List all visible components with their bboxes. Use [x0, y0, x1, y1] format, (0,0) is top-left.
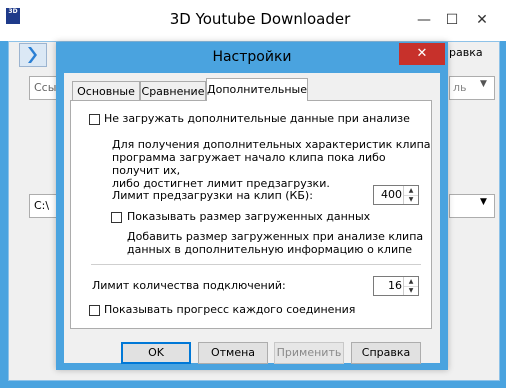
description-line: Добавить размер загруженных при анализе …: [127, 230, 424, 243]
main-titlebar: 3D 3D Youtube Downloader — ☐ ✕: [0, 0, 506, 41]
separator: [91, 264, 421, 265]
tab-advanced[interactable]: Дополнительные: [206, 78, 308, 101]
ok-button[interactable]: OK: [121, 342, 191, 364]
help-tab-partial[interactable]: равка: [449, 46, 483, 59]
extra-data-description: Для получения дополнительных характерист…: [112, 138, 431, 190]
show-connection-progress-label: Показывать прогресс каждого соединения: [104, 303, 356, 316]
app-logo-icon: 3D: [6, 8, 20, 24]
main-close-icon[interactable]: ✕: [470, 9, 494, 31]
minimize-icon[interactable]: —: [412, 9, 436, 31]
right-dropdown-text: ль: [453, 81, 467, 94]
path-field-text: C:\: [34, 199, 50, 212]
spinner-buttons: ▲ ▼: [403, 186, 418, 204]
tab-comparison[interactable]: Сравнение: [140, 81, 206, 100]
dialog-close-icon[interactable]: ✕: [399, 43, 445, 65]
settings-dialog: Настройки ✕ Основные Сравнение Дополните…: [56, 42, 448, 370]
right-dropdown[interactable]: ль ▼: [449, 76, 495, 100]
spinner-buttons: ▲ ▼: [403, 277, 418, 295]
connection-limit-value[interactable]: 16: [376, 279, 402, 292]
description-line: программа загружает начало клипа пока ли…: [112, 151, 386, 177]
skip-extra-data-label: Не загружать дополнительные данные при а…: [104, 112, 410, 125]
right-dropdown-2[interactable]: ▼: [449, 194, 495, 218]
show-connection-progress-checkbox[interactable]: [89, 305, 100, 316]
spin-down-icon[interactable]: ▼: [404, 286, 418, 295]
loaded-size-description: Добавить размер загруженных при анализе …: [127, 230, 423, 256]
apply-button[interactable]: Применить: [274, 342, 344, 364]
help-button[interactable]: Справка: [351, 342, 421, 364]
show-loaded-size-label: Показывать размер загруженных данных: [127, 210, 371, 223]
maximize-icon[interactable]: ☐: [440, 9, 464, 31]
chevron-down-icon: ▼: [480, 197, 487, 207]
advanced-tab-panel: Не загружать дополнительные данные при а…: [70, 100, 432, 329]
tab-general[interactable]: Основные: [72, 81, 140, 100]
show-loaded-size-checkbox[interactable]: [111, 212, 122, 223]
preload-limit-label: Лимит предзагрузки на клип (КБ):: [112, 189, 313, 202]
preload-limit-spinner[interactable]: 400 ▲ ▼: [373, 185, 419, 205]
download-arrow-icon[interactable]: [19, 43, 47, 67]
main-window-title: 3D Youtube Downloader: [169, 10, 351, 28]
description-line: данных в дополнительную информацию о кли…: [127, 243, 413, 256]
skip-extra-data-checkbox[interactable]: [89, 114, 100, 125]
chevron-down-icon: ▼: [480, 79, 487, 89]
connection-limit-label: Лимит количества подключений:: [92, 279, 286, 292]
dialog-title: Настройки: [212, 49, 292, 65]
preload-limit-value[interactable]: 400: [376, 188, 402, 201]
spin-down-icon[interactable]: ▼: [404, 195, 418, 204]
dialog-client-area: Основные Сравнение Дополнительные Не заг…: [64, 73, 440, 364]
cancel-button[interactable]: Отмена: [198, 342, 268, 364]
description-line: Для получения дополнительных характерист…: [112, 138, 431, 151]
connection-limit-spinner[interactable]: 16 ▲ ▼: [373, 276, 419, 296]
